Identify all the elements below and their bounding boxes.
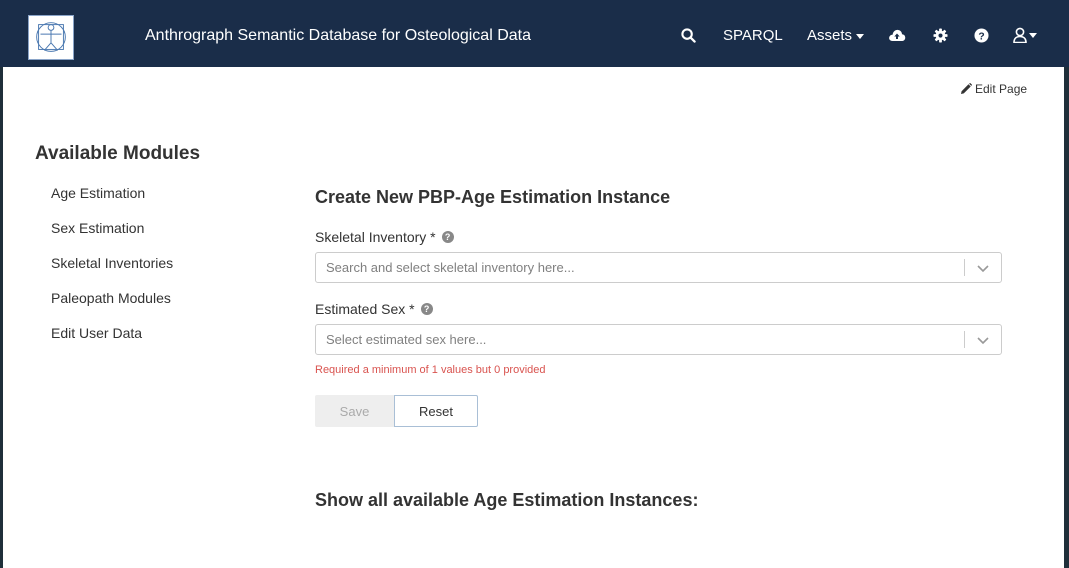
main-content: Edit Page Available Modules Age Estimati…: [3, 67, 1064, 568]
skeletal-inventory-label-text: Skeletal Inventory *: [315, 229, 436, 245]
edit-page-label: Edit Page: [975, 82, 1028, 96]
sidebar-item-sex-estimation[interactable]: Sex Estimation: [51, 220, 144, 236]
search-icon[interactable]: [679, 26, 697, 44]
select-separator: [964, 259, 965, 276]
skeletal-inventory-label: Skeletal Inventory * ?: [315, 229, 454, 245]
edit-page-link[interactable]: Edit Page: [960, 82, 1027, 96]
skeletal-inventory-select[interactable]: Search and select skeletal inventory her…: [315, 252, 1002, 283]
caret-down-icon: [856, 33, 865, 39]
reset-button[interactable]: Reset: [394, 395, 478, 427]
brand-title[interactable]: Anthrograph Semantic Database for Osteol…: [145, 27, 531, 45]
sidebar-item-skeletal-inventories[interactable]: Skeletal Inventories: [51, 255, 173, 271]
chevron-down-icon[interactable]: [976, 261, 990, 275]
pencil-icon: [961, 83, 972, 94]
question-circle-icon[interactable]: ?: [441, 231, 454, 243]
gear-icon[interactable]: [931, 26, 949, 44]
vitruvian-logo-icon: [36, 22, 66, 52]
top-navbar: Anthrograph Semantic Database for Osteol…: [0, 0, 1069, 67]
skeletal-inventory-placeholder: Search and select skeletal inventory her…: [326, 260, 575, 275]
save-button[interactable]: Save: [315, 395, 394, 427]
svg-text:?: ?: [978, 31, 984, 42]
help-icon[interactable]: ?: [972, 26, 990, 44]
validation-error: Required a minimum of 1 values but 0 pro…: [315, 364, 546, 376]
select-separator: [964, 331, 965, 348]
sidebar-item-paleopath-modules[interactable]: Paleopath Modules: [51, 290, 171, 306]
estimated-sex-select[interactable]: Select estimated sex here...: [315, 324, 1002, 355]
chevron-down-icon[interactable]: [976, 333, 990, 347]
estimated-sex-placeholder: Select estimated sex here...: [326, 332, 487, 347]
estimated-sex-label: Estimated Sex * ?: [315, 301, 433, 317]
nav-sparql[interactable]: SPARQL: [723, 27, 783, 44]
question-circle-icon[interactable]: ?: [420, 303, 433, 315]
estimated-sex-label-text: Estimated Sex *: [315, 301, 415, 317]
instances-section-title: Show all available Age Estimation Instan…: [315, 490, 699, 510]
nav-assets-dropdown[interactable]: Assets: [807, 27, 865, 44]
form-title: Create New PBP-Age Estimation Instance: [315, 187, 671, 207]
cloud-upload-icon[interactable]: [888, 26, 906, 44]
nav-assets-label: Assets: [807, 27, 853, 44]
sidebar-title: Available Modules: [35, 143, 201, 164]
sidebar-item-age-estimation[interactable]: Age Estimation: [51, 185, 145, 201]
user-icon: [1013, 27, 1027, 43]
logo[interactable]: [28, 15, 74, 60]
sidebar-item-edit-user-data[interactable]: Edit User Data: [51, 325, 142, 341]
user-menu[interactable]: [1013, 26, 1037, 44]
caret-down-icon: [1029, 32, 1037, 38]
